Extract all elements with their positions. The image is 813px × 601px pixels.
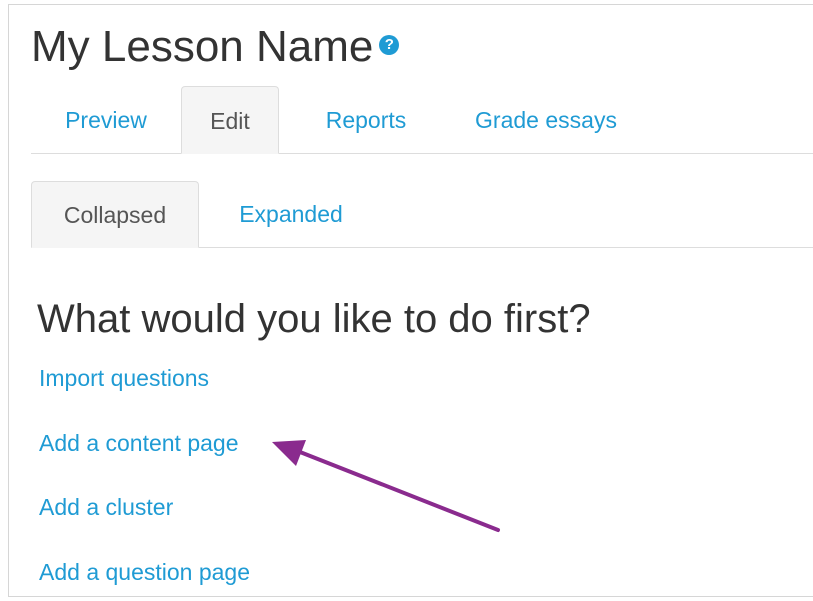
add-cluster-link[interactable]: Add a cluster <box>39 494 173 521</box>
tab-edit[interactable]: Edit <box>181 86 279 154</box>
lesson-tabs: Preview Edit Reports Grade essays <box>31 85 813 154</box>
question-circle-icon[interactable]: ? <box>379 35 400 56</box>
lesson-panel: My Lesson Name? Preview Edit Reports Gra… <box>8 4 813 597</box>
tab-expanded[interactable]: Expanded <box>226 181 356 248</box>
add-content-page-link[interactable]: Add a content page <box>39 430 239 457</box>
section-heading: What would you like to do first? <box>37 297 591 341</box>
tab-preview[interactable]: Preview <box>31 86 181 154</box>
tab-collapsed[interactable]: Collapsed <box>31 181 199 248</box>
add-question-page-link[interactable]: Add a question page <box>39 559 250 586</box>
view-mode-tabs: Collapsed Expanded <box>31 181 813 248</box>
page-title: My Lesson Name? <box>31 19 400 75</box>
tab-reports[interactable]: Reports <box>311 86 421 154</box>
import-questions-link[interactable]: Import questions <box>39 365 209 392</box>
tab-grade-essays[interactable]: Grade essays <box>461 86 631 154</box>
